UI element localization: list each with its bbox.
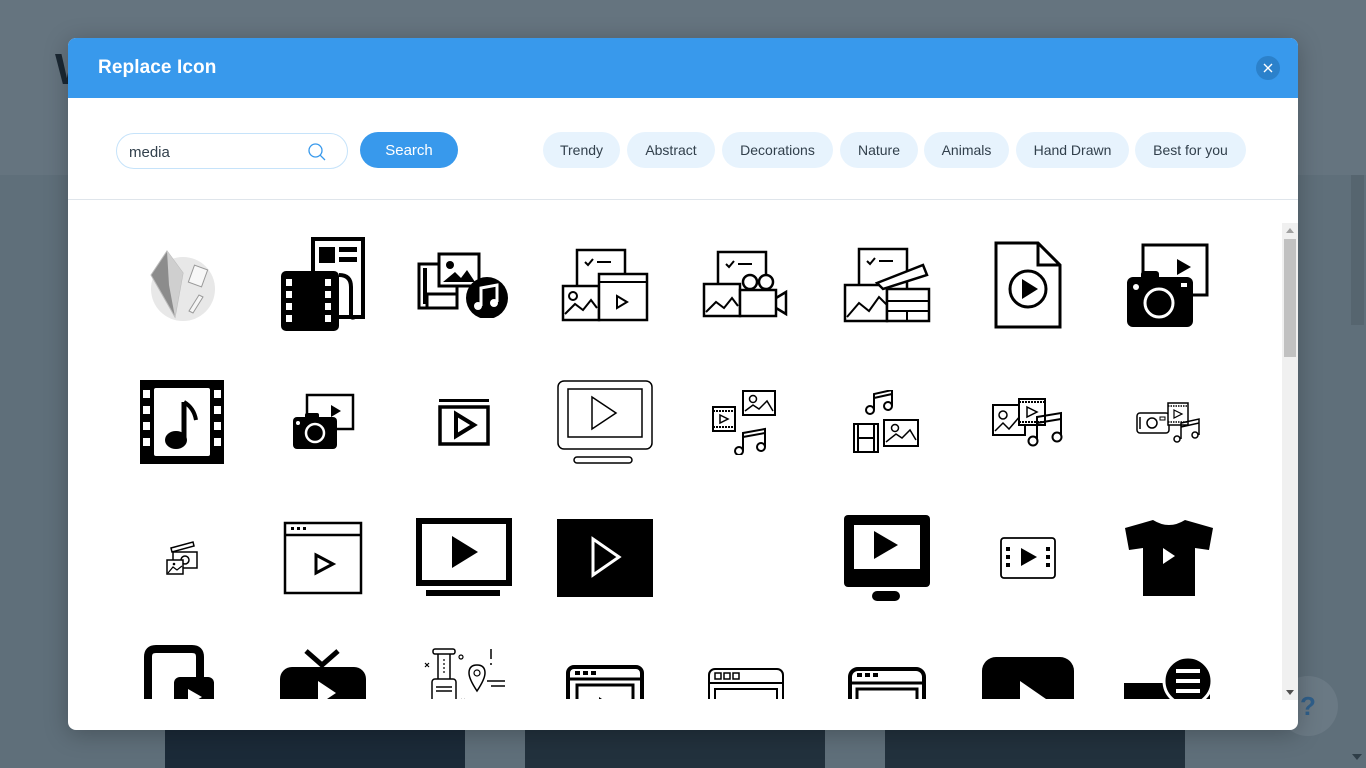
category-chip-best-for-you[interactable]: Best for you — [1135, 132, 1246, 168]
browser-video-outline-icon — [708, 668, 784, 699]
background-card — [165, 728, 465, 768]
icon-option[interactable] — [686, 225, 806, 345]
camera-film-music-icon — [1136, 402, 1200, 443]
icon-option[interactable] — [1109, 635, 1229, 699]
close-icon — [1263, 63, 1273, 73]
filmstrip-play-icon — [1000, 537, 1056, 579]
media-chat-icon — [1124, 655, 1214, 699]
tv-antenna-icon — [280, 649, 366, 699]
film-newspaper-icon — [281, 237, 365, 331]
category-chip-hand-drawn[interactable]: Hand Drawn — [1016, 132, 1129, 168]
search-toolbar: Search Trendy Abstract Decorations Natur… — [68, 98, 1298, 200]
abstract-shapes-icon — [150, 250, 215, 321]
icon-option[interactable] — [827, 225, 947, 345]
video-player-icon — [438, 399, 490, 446]
luggage-location-icon — [424, 648, 505, 699]
icon-option[interactable] — [686, 362, 806, 482]
checklist-image-video-icon — [561, 248, 649, 322]
image-film-music-icon — [992, 398, 1063, 447]
checklist-image-clapper-icon — [843, 247, 931, 323]
video-file-icon — [994, 241, 1062, 329]
icon-option[interactable] — [545, 635, 665, 699]
category-chip-decorations[interactable]: Decorations — [722, 132, 833, 168]
icon-option[interactable] — [545, 498, 665, 618]
icon-option[interactable] — [404, 635, 524, 699]
icon-grid — [68, 201, 1298, 699]
camera-slide-icon — [293, 393, 355, 449]
browser-video-bold-icon — [848, 667, 926, 699]
icon-option[interactable] — [1109, 498, 1229, 618]
icon-option[interactable] — [545, 225, 665, 345]
icon-option[interactable] — [404, 225, 524, 345]
dialog-title: Replace Icon — [98, 57, 217, 78]
icon-option[interactable] — [122, 362, 242, 482]
tshirt-play-icon — [1125, 520, 1213, 596]
icon-option[interactable] — [263, 498, 383, 618]
scroll-thumb[interactable] — [1284, 239, 1296, 357]
icon-option[interactable] — [404, 362, 524, 482]
icon-option[interactable] — [122, 635, 242, 699]
monitor-play-icon — [557, 380, 653, 464]
icon-option[interactable] — [122, 225, 242, 345]
device-play-icon — [144, 645, 214, 699]
film-music-icon — [140, 380, 224, 464]
search-field[interactable] — [116, 133, 348, 169]
search-button[interactable]: Search — [360, 132, 458, 168]
music-film-image-icon — [853, 390, 919, 453]
icon-option[interactable] — [263, 635, 383, 699]
empty-icon — [706, 518, 786, 598]
scroll-up-arrow[interactable] — [1286, 228, 1294, 233]
icon-option[interactable] — [545, 362, 665, 482]
film-image-music-icon — [417, 252, 508, 318]
icon-option[interactable] — [968, 225, 1088, 345]
page-scrollbar[interactable] — [1351, 175, 1364, 325]
category-chip-trendy[interactable]: Trendy — [543, 132, 620, 168]
icon-option[interactable] — [263, 362, 383, 482]
icon-option[interactable] — [686, 635, 806, 699]
icon-option[interactable] — [827, 635, 947, 699]
checklist-image-camera-icon — [702, 250, 788, 318]
play-rounded-icon — [982, 657, 1074, 699]
page-scroll-down-arrow[interactable] — [1352, 754, 1362, 760]
icon-option[interactable] — [1109, 225, 1229, 345]
scroll-down-arrow[interactable] — [1286, 690, 1294, 695]
browser-video-icon — [566, 665, 644, 699]
search-input[interactable] — [129, 142, 299, 162]
icon-option[interactable] — [404, 498, 524, 618]
clapper-image-small-icon — [166, 541, 198, 575]
replace-icon-dialog: Replace Icon Search Trendy Abstract Deco… — [68, 38, 1298, 730]
icon-option[interactable] — [1109, 362, 1229, 482]
camera-video-icon — [1127, 243, 1209, 327]
dialog-header: Replace Icon — [68, 38, 1298, 98]
icon-option[interactable] — [968, 635, 1088, 699]
icon-option[interactable] — [122, 498, 242, 618]
search-icon[interactable] — [307, 142, 327, 162]
icon-option[interactable] — [827, 498, 947, 618]
browser-play-icon — [283, 521, 363, 595]
icon-option[interactable] — [686, 498, 806, 618]
icon-option[interactable] — [968, 362, 1088, 482]
icon-grid-scrollbar[interactable] — [1282, 223, 1298, 700]
icon-option[interactable] — [968, 498, 1088, 618]
icon-option[interactable] — [263, 225, 383, 345]
play-square-icon — [557, 519, 653, 597]
background-card — [885, 728, 1185, 768]
category-chip-animals[interactable]: Animals — [924, 132, 1009, 168]
icon-option[interactable] — [827, 362, 947, 482]
category-chip-nature[interactable]: Nature — [840, 132, 918, 168]
monitor-play-filled-icon — [844, 515, 930, 601]
close-button[interactable] — [1256, 56, 1280, 80]
background-card — [525, 728, 825, 768]
video-image-music-icon — [712, 390, 776, 455]
category-chip-abstract[interactable]: Abstract — [627, 132, 715, 168]
tv-play-icon — [416, 518, 512, 596]
